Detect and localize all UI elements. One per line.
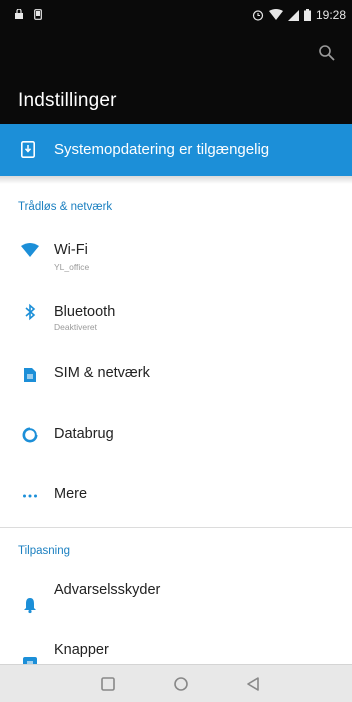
section-divider [0,527,352,528]
shop-icon [15,9,23,19]
settings-item-sim-network[interactable]: SIM & netværk [0,346,352,402]
page-title: Indstillinger [18,90,117,111]
buttons-label: Knapper [54,642,109,658]
data-usage-label: Databrug [54,426,114,442]
settings-item-notification-shade[interactable]: Advarselsskyder [0,570,352,626]
alarm-icon [252,10,264,21]
settings-item-bluetooth[interactable]: Bluetooth Deaktiveret [0,290,352,346]
battery-icon [303,9,311,21]
system-update-label: Systemopdatering er tilgængelig [54,141,270,158]
search-icon[interactable] [318,44,336,62]
bluetooth-label: Bluetooth [54,304,116,320]
status-bar: 19:28 [0,0,352,30]
banner-shadow [0,176,352,184]
navigation-bar [0,664,352,702]
sim-network-label: SIM & netværk [54,365,150,381]
system-update-banner[interactable]: Systemopdatering er tilgængelig [0,124,352,176]
app-bar: Indstillinger [0,30,352,124]
bluetooth-icon [25,303,36,321]
wifi-label: Wi-Fi [54,242,88,258]
recents-icon[interactable] [99,675,117,693]
bell-icon [24,598,36,614]
more-icon [23,494,37,498]
bluetooth-subtitle: Deaktiveret [54,322,97,332]
settings-item-wifi[interactable]: Wi-Fi YL_office [0,228,352,284]
notification-shade-label: Advarselsskyder [54,582,161,598]
notification-icon [34,9,42,20]
wifi-status-icon [268,9,283,20]
section-header-wireless: Trådløs & netværk [18,201,113,213]
section-header-personalization: Tilpasning [18,545,70,557]
sim-card-icon [24,368,36,382]
more-label: Mere [54,486,88,502]
system-update-icon [21,141,35,158]
back-icon[interactable] [244,675,262,693]
home-icon[interactable] [172,675,190,693]
signal-icon [287,9,299,21]
wifi-icon [21,243,39,257]
settings-item-more[interactable]: Mere [0,466,352,522]
data-usage-icon [22,426,39,443]
settings-item-data-usage[interactable]: Databrug [0,406,352,462]
status-time: 19:28 [315,8,346,22]
wifi-subtitle: YL_office [54,262,90,272]
